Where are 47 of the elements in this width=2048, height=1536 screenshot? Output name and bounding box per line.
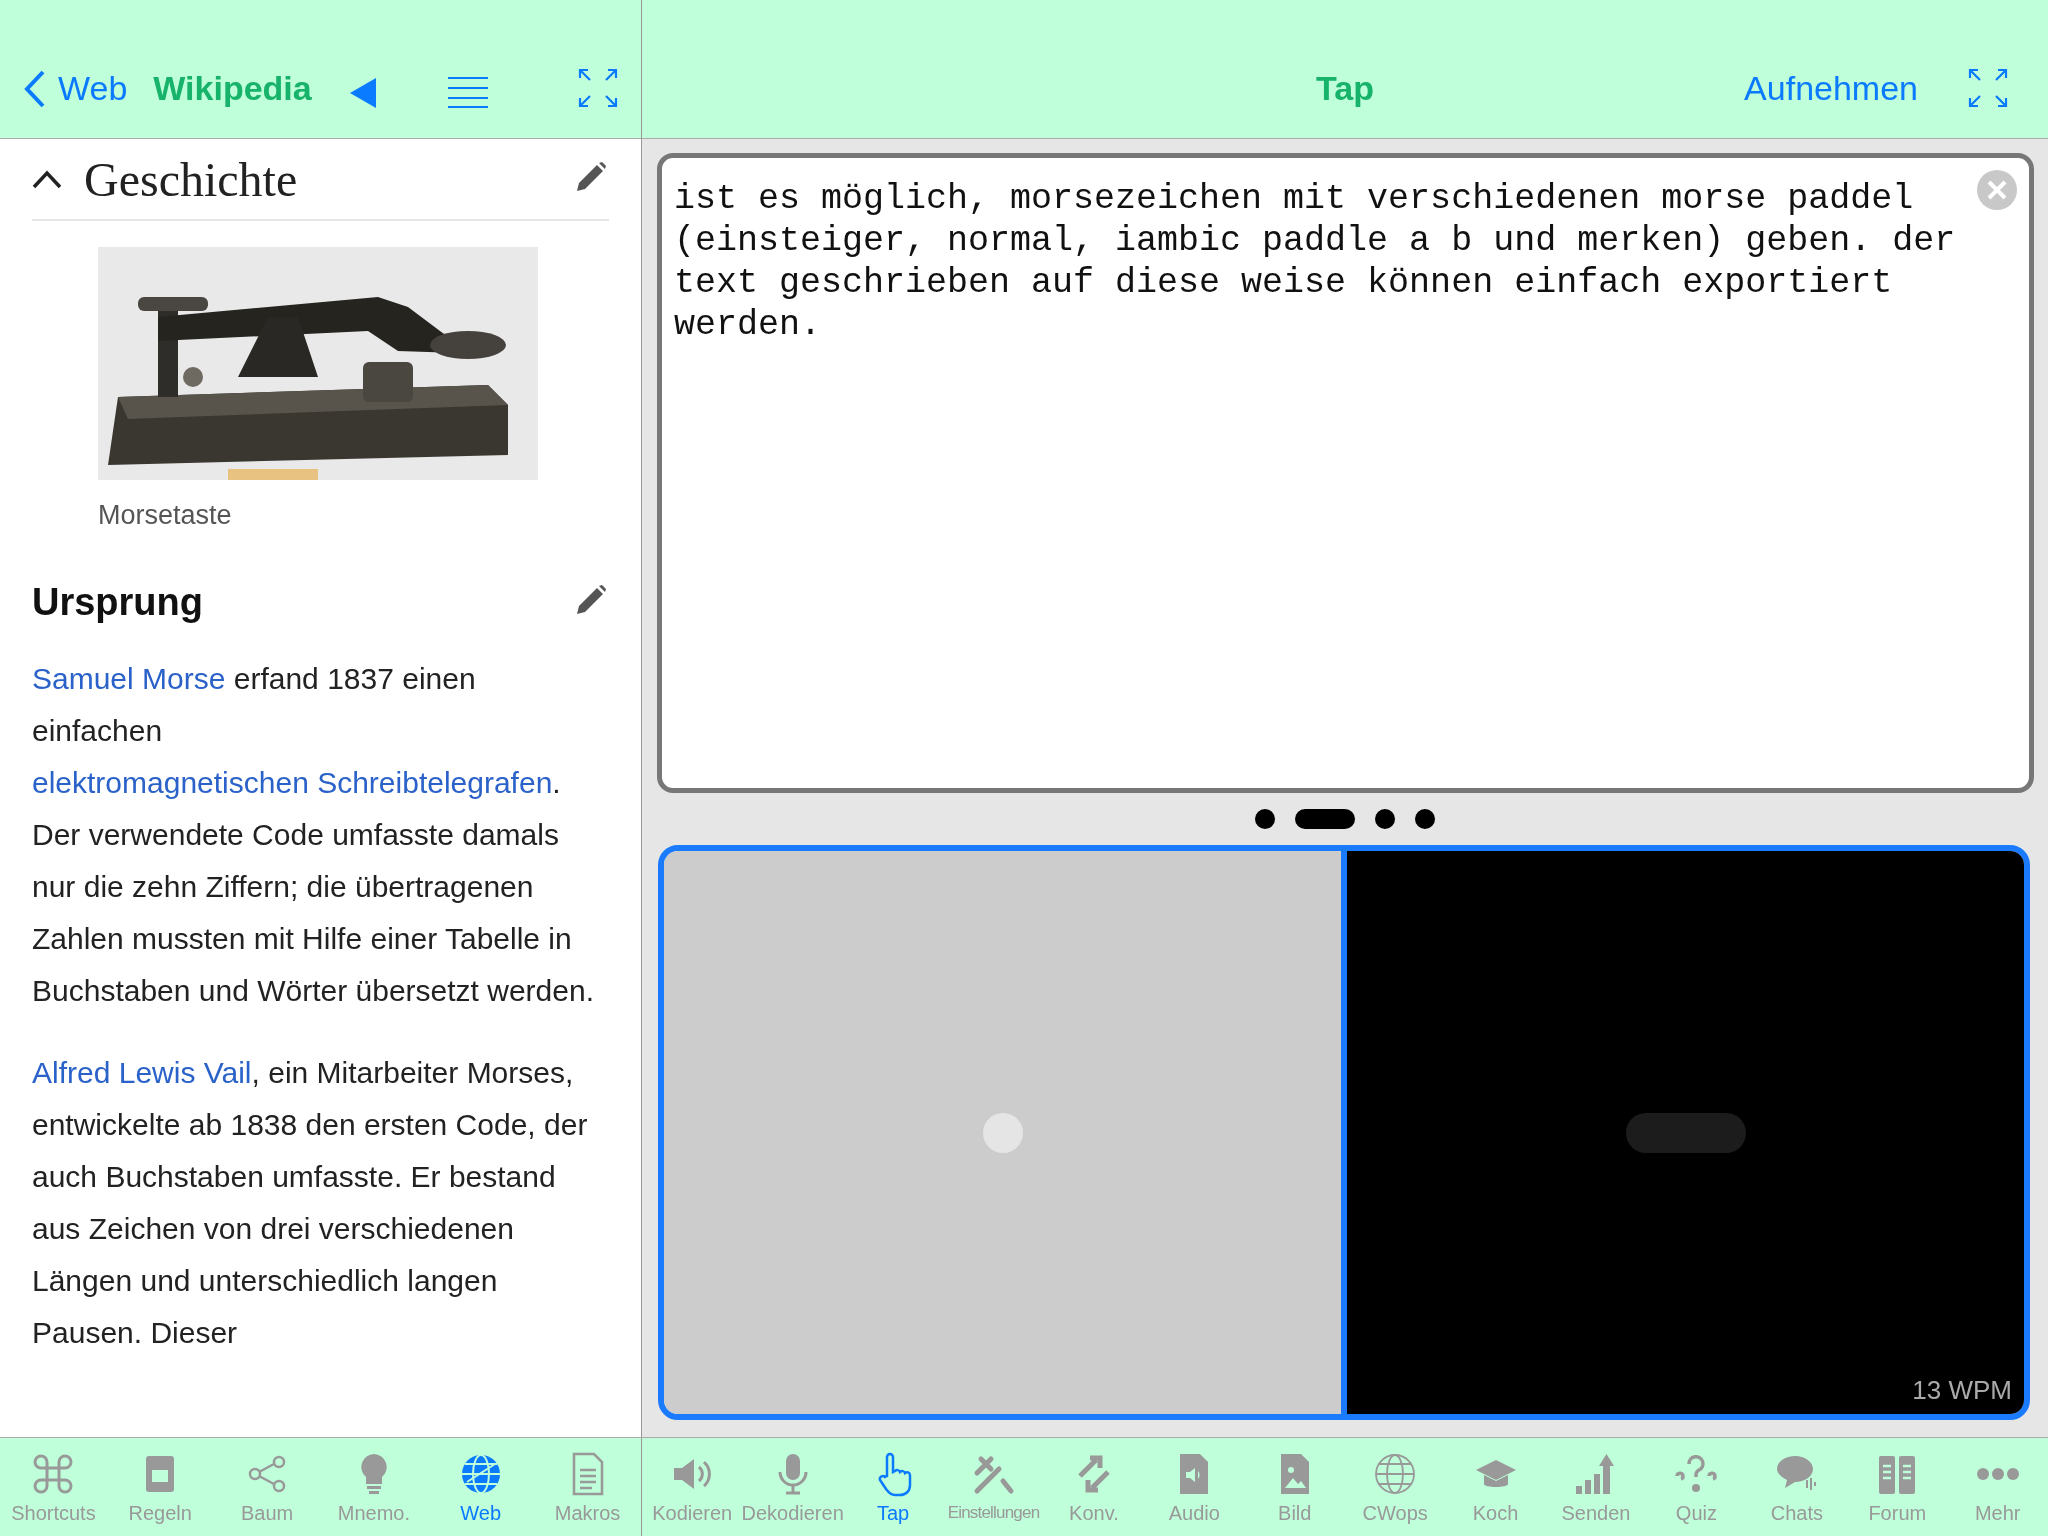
tab-item[interactable]: Mnemo. bbox=[320, 1438, 428, 1536]
tab-item[interactable]: Konv. bbox=[1043, 1438, 1145, 1536]
back-link[interactable]: Web bbox=[24, 69, 128, 108]
ellipsis-icon bbox=[1976, 1467, 2019, 1480]
paragraph: Alfred Lewis Vail, ein Mitarbeiter Morses, entwickelte ab 1838 den ersten Code, der auch Buchstaben umfasste. Er bestand aus Zeichen von drei verschiedenen Längen und unterschiedlich langen Pausen. Dieser bbox=[32, 1055, 589, 1351]
text-area[interactable]: ist es möglich, morsezeichen mit verschiedenen morse paddel (einsteiger, normal, iambic paddle a b und merken) geben. der text geschrieben auf diese weise können einfach exportiert werden. bbox=[657, 153, 2034, 793]
chevron-icon[interactable] bbox=[32, 169, 62, 189]
speed-label: 13 WPM bbox=[1912, 1375, 2012, 1406]
morse-dash bbox=[1295, 809, 1355, 829]
morse-dot bbox=[1415, 809, 1435, 829]
dash-pad[interactable]: 13 WPM bbox=[1347, 851, 2024, 1414]
tab-item[interactable]: Quiz bbox=[1646, 1438, 1747, 1536]
expand-icon[interactable] bbox=[1968, 68, 2008, 108]
tab-item[interactable]: Kodieren bbox=[642, 1438, 743, 1536]
tab-item[interactable]: Web bbox=[427, 1438, 535, 1536]
tab-item[interactable]: Baum bbox=[213, 1438, 321, 1536]
tab-item[interactable]: Bild bbox=[1244, 1438, 1345, 1536]
record-link[interactable]: Aufnehmen bbox=[1744, 69, 1918, 108]
menu-icon[interactable] bbox=[447, 76, 488, 108]
tab-item[interactable]: Einstellungen bbox=[943, 1438, 1044, 1536]
tab-item[interactable]: Shortcuts bbox=[0, 1438, 107, 1536]
tab-item[interactable]: Mehr bbox=[1947, 1438, 2048, 1536]
back-triangle-icon[interactable] bbox=[349, 78, 378, 108]
tab-item[interactable]: Makros bbox=[534, 1438, 641, 1536]
morse-dot bbox=[1255, 809, 1275, 829]
section-heading: Geschichte bbox=[84, 151, 299, 207]
link[interactable]: elektromagnetischen Schreibtelegrafen bbox=[32, 766, 553, 799]
tab-item[interactable]: Chats bbox=[1746, 1438, 1848, 1536]
page-title: Wikipedia bbox=[153, 69, 312, 108]
tab-item[interactable]: Audio bbox=[1144, 1438, 1245, 1536]
screen-title: Tap bbox=[1316, 69, 1374, 107]
tab-item[interactable]: CWops bbox=[1344, 1438, 1446, 1536]
tab-item[interactable]: Forum bbox=[1847, 1438, 1948, 1536]
link[interactable]: Alfred Lewis Vail bbox=[32, 1056, 252, 1089]
expand-icon[interactable] bbox=[577, 68, 618, 108]
tab-item[interactable]: Senden bbox=[1545, 1438, 1647, 1536]
tab-item[interactable]: Regeln bbox=[106, 1438, 214, 1536]
subsection-heading: Ursprung bbox=[32, 580, 204, 624]
tab-item[interactable]: Koch bbox=[1445, 1438, 1546, 1536]
link[interactable]: Samuel Morse bbox=[32, 662, 226, 695]
tab-item[interactable]: Dekodieren bbox=[742, 1438, 843, 1536]
image-caption: Morsetaste bbox=[98, 500, 233, 531]
dot-pad[interactable] bbox=[664, 851, 1347, 1414]
chevron-left-icon[interactable] bbox=[24, 69, 46, 108]
tab-item[interactable]: Tap bbox=[842, 1438, 944, 1536]
morse-dot bbox=[1375, 809, 1395, 829]
paragraph: Samuel Morse erfand 1837 einen einfachen elektromagnetischen Schreibtelegrafen. Der verwendete Code umfasste damals nur die zehn Ziffern; die übertragenen Zahlen mussten mit Hilfe einer Tabelle in Buchstaben und Wörter übersetzt werden. bbox=[32, 661, 595, 1009]
